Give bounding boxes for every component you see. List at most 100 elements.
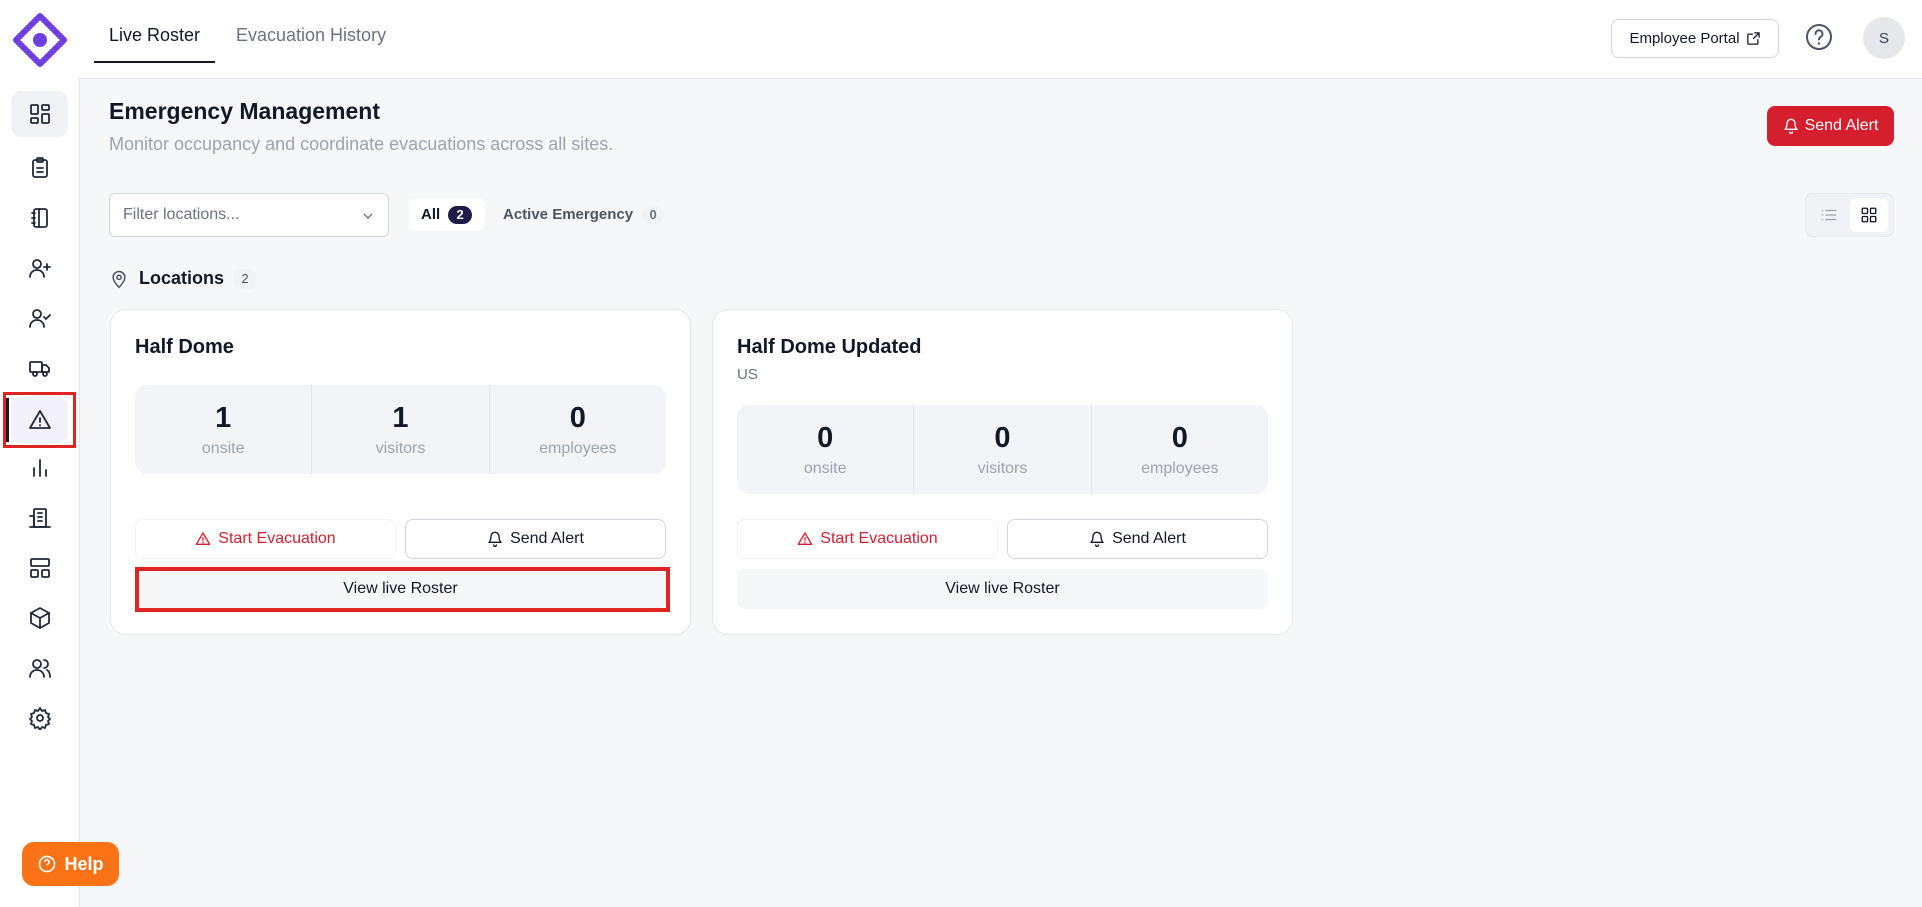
sidebar-item-users[interactable] [11,645,68,691]
occupancy-stats: 0 onsite 0 visitors 0 employees [737,405,1268,494]
filter-emergency-count: 0 [642,205,665,224]
sidebar-item-dashboard[interactable] [11,91,68,137]
filter-emergency-label: Active Emergency [503,206,634,223]
stat-visitors: 1 visitors [312,385,490,474]
tab-evacuation-history[interactable]: Evacuation History [236,25,386,46]
card-send-alert-label: Send Alert [1112,530,1186,547]
highlight-box-view-roster [135,567,670,612]
sidebar-item-layout[interactable] [11,545,68,591]
building-icon [28,508,51,528]
start-evacuation-label: Start Evacuation [820,530,938,547]
tab-live-roster[interactable]: Live Roster [109,25,200,46]
list-view-button[interactable] [1816,203,1842,227]
stat-employees: 0 employees [1092,405,1268,494]
stat-value: 0 [817,421,834,454]
stat-label: visitors [375,439,426,457]
card-send-alert-label: Send Alert [510,530,584,547]
alert-triangle-icon [195,532,211,545]
stat-label: onsite [803,459,847,477]
employee-portal-label: Employee Portal [1629,30,1740,47]
stat-onsite: 1 onsite [135,385,313,474]
view-live-roster-button[interactable]: View live Roster [737,569,1268,609]
start-evacuation-label: Start Evacuation [218,530,336,547]
sidebar-item-packages[interactable] [11,595,68,641]
alert-triangle-icon [797,532,813,545]
location-card: Half Dome Updated US 0 onsite 0 visitors… [712,309,1293,635]
chevron-down-icon [363,213,373,219]
sidebar-item-settings[interactable] [11,695,68,741]
grid-view-button[interactable] [1850,198,1888,232]
avatar[interactable]: S [1863,17,1905,59]
truck-icon [28,361,50,377]
send-alert-label: Send Alert [1804,117,1879,134]
stat-value: 1 [215,401,232,434]
locations-label: Locations [139,268,225,288]
start-evacuation-button[interactable]: Start Evacuation [135,519,396,559]
map-pin-icon [112,270,126,288]
logo-icon[interactable] [13,13,67,67]
occupancy-stats: 1 onsite 1 visitors 0 employees [135,385,666,474]
help-button[interactable]: Help [22,842,119,886]
sidebar [0,0,80,907]
filter-all-count: 2 [448,205,473,224]
filter-placeholder: Filter locations... [123,206,240,223]
stat-label: visitors [977,459,1028,477]
user-plus-icon [28,259,51,278]
grid-icon [1861,207,1877,223]
external-link-icon [1746,32,1760,45]
sidebar-item-logbook[interactable] [11,195,68,241]
clipboard-icon [31,157,48,178]
top-header: Live Roster Evacuation History Employee … [79,0,1922,79]
stat-onsite: 0 onsite [737,405,915,494]
notebook-icon [30,208,48,228]
stat-employees: 0 employees [490,385,666,474]
view-toggle [1805,193,1894,237]
stat-visitors: 0 visitors [914,405,1092,494]
locations-count: 2 [234,268,257,289]
users-icon [28,659,51,678]
stat-value: 0 [994,421,1011,454]
filter-all-label: All [421,206,441,223]
help-label: Help [64,853,104,874]
tab-active-underline [94,61,215,63]
bell-icon [1090,531,1104,547]
filter-tab-active-emergency[interactable]: Active Emergency 0 [503,198,665,231]
filter-locations-select[interactable]: Filter locations... [109,193,389,237]
stat-label: employees [1141,459,1219,477]
sidebar-item-clipboard[interactable] [11,145,68,191]
filter-tab-all[interactable]: All 2 [409,198,485,231]
page-title: Emergency Management [109,98,380,124]
help-circle-icon[interactable] [1804,22,1834,52]
sidebar-item-add-visitor[interactable] [11,245,68,291]
dashboard-icon [29,104,50,124]
settings-icon [28,707,51,730]
stat-label: employees [539,439,617,457]
locations-header: Locations 2 [109,268,257,289]
send-alert-button[interactable]: Send Alert [1767,106,1894,146]
box-icon [29,607,50,629]
bell-icon [488,531,502,547]
location-name: Half Dome [135,336,234,358]
location-name: Half Dome Updated [737,336,922,358]
bar-chart-icon [32,459,47,477]
highlight-box-emergency-nav [3,392,76,448]
bell-icon [1783,118,1798,134]
card-send-alert-button[interactable]: Send Alert [1007,519,1268,559]
list-icon [1821,209,1837,221]
stat-value: 0 [569,401,586,434]
card-send-alert-button[interactable]: Send Alert [405,519,666,559]
layout-icon [29,558,50,578]
sidebar-item-analytics[interactable] [11,445,68,491]
stat-value: 1 [392,401,409,434]
start-evacuation-button[interactable]: Start Evacuation [737,519,998,559]
employee-portal-button[interactable]: Employee Portal [1611,19,1779,58]
sidebar-item-checkin[interactable] [11,295,68,341]
page-subtitle: Monitor occupancy and coordinate evacuat… [109,134,614,154]
location-country: US [737,366,758,383]
stat-label: onsite [201,439,245,457]
help-circle-icon [39,855,56,873]
stat-value: 0 [1171,421,1188,454]
user-check-icon [28,309,51,328]
sidebar-item-deliveries[interactable] [11,345,68,391]
sidebar-item-buildings[interactable] [11,495,68,541]
